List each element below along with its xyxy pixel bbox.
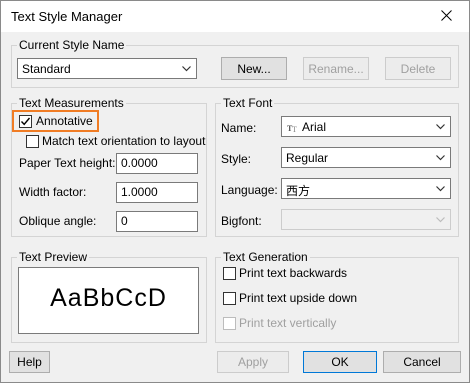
text-style-manager-dialog: Text Style Manager Current Style Name St… (0, 0, 470, 383)
language-label: Language: (221, 183, 278, 197)
apply-button[interactable]: Apply (217, 351, 289, 373)
text-preview-sample: AaBbCcD (50, 284, 167, 312)
width-factor-input[interactable]: 1.0000 (116, 182, 198, 203)
paper-height-label: Paper Text height: (19, 156, 116, 170)
text-preview-group-label: Text Preview (17, 250, 90, 264)
chevron-down-icon (432, 179, 448, 198)
ok-button[interactable]: OK (303, 351, 377, 373)
oblique-angle-label: Oblique angle: (19, 214, 97, 228)
current-style-select[interactable]: Standard (17, 58, 197, 79)
window-title: Text Style Manager (11, 9, 123, 24)
rename-style-button[interactable]: Rename... (303, 57, 369, 80)
text-measurements-group-label: Text Measurements (17, 96, 126, 110)
text-generation-group-label: Text Generation (221, 250, 310, 264)
width-factor-label: Width factor: (19, 185, 87, 199)
annotative-checkbox[interactable] (19, 115, 32, 128)
chevron-down-icon (178, 59, 194, 78)
print-backwards-checkbox[interactable] (223, 267, 236, 280)
title-bar[interactable]: Text Style Manager (1, 1, 469, 32)
chevron-down-icon (432, 210, 448, 229)
font-name-label: Name: (221, 121, 257, 135)
chevron-down-icon (432, 148, 448, 167)
current-style-value: Standard (22, 62, 71, 76)
oblique-angle-input[interactable]: 0 (116, 211, 198, 232)
new-style-button[interactable]: New... (221, 57, 287, 80)
text-font-group-label: Text Font (221, 96, 275, 110)
print-backwards-label[interactable]: Print text backwards (239, 266, 347, 280)
font-style-select[interactable]: Regular (281, 147, 451, 168)
font-style-value: Regular (286, 151, 329, 165)
truetype-font-icon: TT (287, 122, 299, 136)
cancel-button[interactable]: Cancel (383, 351, 461, 373)
font-style-label: Style: (221, 152, 252, 166)
paper-height-input[interactable]: 0.0000 (116, 153, 198, 174)
bigfont-select[interactable] (281, 209, 451, 230)
font-name-select[interactable]: TT Arial (281, 116, 451, 137)
match-orientation-checkbox[interactable] (26, 135, 39, 148)
font-name-value: Arial (302, 120, 327, 134)
check-icon (20, 117, 31, 126)
annotative-label[interactable]: Annotative (36, 114, 93, 128)
print-vertically-checkbox[interactable] (223, 317, 236, 330)
print-upside-down-checkbox[interactable] (223, 292, 236, 305)
chevron-down-icon (432, 117, 448, 136)
language-select[interactable]: 西方 (281, 178, 451, 199)
current-style-group-label: Current Style Name (17, 38, 127, 52)
print-upside-down-label[interactable]: Print text upside down (239, 291, 357, 305)
language-value: 西方 (286, 184, 311, 198)
text-preview-box: AaBbCcD (18, 267, 199, 334)
print-vertically-label[interactable]: Print text vertically (239, 316, 336, 330)
match-orientation-label[interactable]: Match text orientation to layout (42, 134, 205, 148)
help-button[interactable]: Help (9, 351, 50, 373)
close-button[interactable] (423, 1, 469, 32)
svg-text:T: T (292, 125, 297, 133)
close-icon (440, 9, 452, 24)
bigfont-label: Bigfont: (221, 214, 262, 228)
delete-style-button[interactable]: Delete (385, 57, 451, 80)
